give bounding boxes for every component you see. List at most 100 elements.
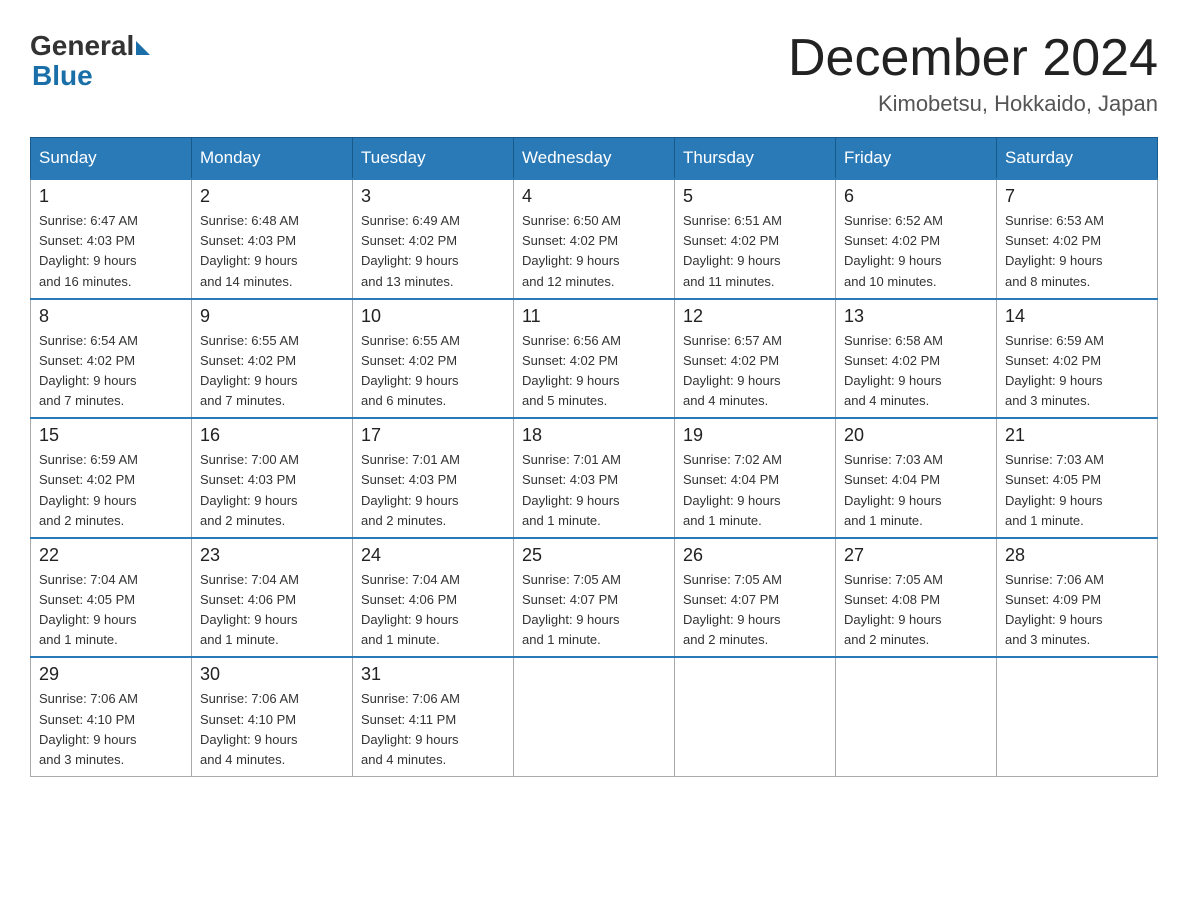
day-info: Sunrise: 7:06 AMSunset: 4:10 PMDaylight:… xyxy=(200,689,344,770)
day-info: Sunrise: 6:53 AMSunset: 4:02 PMDaylight:… xyxy=(1005,211,1149,292)
day-info: Sunrise: 7:03 AMSunset: 4:04 PMDaylight:… xyxy=(844,450,988,531)
calendar-cell: 13Sunrise: 6:58 AMSunset: 4:02 PMDayligh… xyxy=(836,299,997,419)
day-number: 9 xyxy=(200,306,344,327)
day-info: Sunrise: 7:00 AMSunset: 4:03 PMDaylight:… xyxy=(200,450,344,531)
day-number: 12 xyxy=(683,306,827,327)
day-number: 5 xyxy=(683,186,827,207)
calendar-cell: 9Sunrise: 6:55 AMSunset: 4:02 PMDaylight… xyxy=(192,299,353,419)
calendar-cell xyxy=(836,657,997,776)
day-number: 23 xyxy=(200,545,344,566)
day-info: Sunrise: 7:04 AMSunset: 4:06 PMDaylight:… xyxy=(200,570,344,651)
calendar-cell: 31 Sunrise: 7:06 AMSunset: 4:11 PMDayligh… xyxy=(353,657,514,776)
calendar-cell: 18Sunrise: 7:01 AMSunset: 4:03 PMDayligh… xyxy=(514,418,675,538)
calendar-cell xyxy=(675,657,836,776)
calendar-header-monday: Monday xyxy=(192,138,353,180)
calendar-cell: 8Sunrise: 6:54 AMSunset: 4:02 PMDaylight… xyxy=(31,299,192,419)
calendar-cell: 29 Sunrise: 7:06 AMSunset: 4:10 PMDayligh… xyxy=(31,657,192,776)
day-number: 2 xyxy=(200,186,344,207)
calendar-header-saturday: Saturday xyxy=(997,138,1158,180)
day-number: 24 xyxy=(361,545,505,566)
calendar-cell: 30 Sunrise: 7:06 AMSunset: 4:10 PMDayligh… xyxy=(192,657,353,776)
day-number: 25 xyxy=(522,545,666,566)
day-info: Sunrise: 7:05 AMSunset: 4:08 PMDaylight:… xyxy=(844,570,988,651)
calendar-cell: 5 Sunrise: 6:51 AMSunset: 4:02 PMDaylight… xyxy=(675,179,836,299)
day-number: 10 xyxy=(361,306,505,327)
day-number: 14 xyxy=(1005,306,1149,327)
day-info: Sunrise: 7:03 AMSunset: 4:05 PMDaylight:… xyxy=(1005,450,1149,531)
page-header: General Blue December 2024 Kimobetsu, Ho… xyxy=(30,30,1158,117)
location: Kimobetsu, Hokkaido, Japan xyxy=(788,91,1158,117)
calendar-cell xyxy=(514,657,675,776)
day-number: 3 xyxy=(361,186,505,207)
day-info: Sunrise: 6:51 AMSunset: 4:02 PMDaylight:… xyxy=(683,211,827,292)
day-info: Sunrise: 7:04 AMSunset: 4:05 PMDaylight:… xyxy=(39,570,183,651)
day-info: Sunrise: 7:05 AMSunset: 4:07 PMDaylight:… xyxy=(683,570,827,651)
day-number: 16 xyxy=(200,425,344,446)
title-section: December 2024 Kimobetsu, Hokkaido, Japan xyxy=(788,30,1158,117)
calendar-cell: 4 Sunrise: 6:50 AMSunset: 4:02 PMDaylight… xyxy=(514,179,675,299)
calendar-table: SundayMondayTuesdayWednesdayThursdayFrid… xyxy=(30,137,1158,777)
day-number: 11 xyxy=(522,306,666,327)
calendar-week-1: 1 Sunrise: 6:47 AMSunset: 4:03 PMDaylight… xyxy=(31,179,1158,299)
day-number: 30 xyxy=(200,664,344,685)
calendar-header-wednesday: Wednesday xyxy=(514,138,675,180)
day-number: 4 xyxy=(522,186,666,207)
day-number: 21 xyxy=(1005,425,1149,446)
calendar-cell: 16 Sunrise: 7:00 AMSunset: 4:03 PMDayligh… xyxy=(192,418,353,538)
calendar-cell: 7Sunrise: 6:53 AMSunset: 4:02 PMDaylight… xyxy=(997,179,1158,299)
logo: General Blue xyxy=(30,30,150,92)
day-info: Sunrise: 6:56 AMSunset: 4:02 PMDaylight:… xyxy=(522,331,666,412)
day-info: Sunrise: 6:54 AMSunset: 4:02 PMDaylight:… xyxy=(39,331,183,412)
calendar-cell: 28 Sunrise: 7:06 AMSunset: 4:09 PMDayligh… xyxy=(997,538,1158,658)
calendar-week-4: 22Sunrise: 7:04 AMSunset: 4:05 PMDayligh… xyxy=(31,538,1158,658)
day-info: Sunrise: 6:48 AMSunset: 4:03 PMDaylight:… xyxy=(200,211,344,292)
day-info: Sunrise: 7:06 AMSunset: 4:11 PMDaylight:… xyxy=(361,689,505,770)
calendar-cell: 10Sunrise: 6:55 AMSunset: 4:02 PMDayligh… xyxy=(353,299,514,419)
calendar-header-sunday: Sunday xyxy=(31,138,192,180)
calendar-cell: 3Sunrise: 6:49 AMSunset: 4:02 PMDaylight… xyxy=(353,179,514,299)
day-number: 17 xyxy=(361,425,505,446)
day-info: Sunrise: 7:05 AMSunset: 4:07 PMDaylight:… xyxy=(522,570,666,651)
day-number: 27 xyxy=(844,545,988,566)
day-number: 28 xyxy=(1005,545,1149,566)
logo-arrow-icon xyxy=(136,41,150,55)
day-number: 18 xyxy=(522,425,666,446)
day-number: 31 xyxy=(361,664,505,685)
calendar-cell: 26 Sunrise: 7:05 AMSunset: 4:07 PMDayligh… xyxy=(675,538,836,658)
calendar-cell xyxy=(997,657,1158,776)
calendar-cell: 2 Sunrise: 6:48 AMSunset: 4:03 PMDaylight… xyxy=(192,179,353,299)
day-number: 6 xyxy=(844,186,988,207)
day-number: 1 xyxy=(39,186,183,207)
day-info: Sunrise: 7:06 AMSunset: 4:10 PMDaylight:… xyxy=(39,689,183,770)
calendar-cell: 11 Sunrise: 6:56 AMSunset: 4:02 PMDayligh… xyxy=(514,299,675,419)
calendar-cell: 22Sunrise: 7:04 AMSunset: 4:05 PMDayligh… xyxy=(31,538,192,658)
logo-blue: Blue xyxy=(32,60,93,92)
calendar-cell: 27 Sunrise: 7:05 AMSunset: 4:08 PMDayligh… xyxy=(836,538,997,658)
calendar-header-tuesday: Tuesday xyxy=(353,138,514,180)
day-number: 26 xyxy=(683,545,827,566)
calendar-cell: 6 Sunrise: 6:52 AMSunset: 4:02 PMDaylight… xyxy=(836,179,997,299)
day-info: Sunrise: 6:59 AMSunset: 4:02 PMDaylight:… xyxy=(39,450,183,531)
day-number: 15 xyxy=(39,425,183,446)
calendar-cell: 1 Sunrise: 6:47 AMSunset: 4:03 PMDaylight… xyxy=(31,179,192,299)
day-info: Sunrise: 6:47 AMSunset: 4:03 PMDaylight:… xyxy=(39,211,183,292)
day-info: Sunrise: 7:06 AMSunset: 4:09 PMDaylight:… xyxy=(1005,570,1149,651)
day-info: Sunrise: 6:52 AMSunset: 4:02 PMDaylight:… xyxy=(844,211,988,292)
day-number: 29 xyxy=(39,664,183,685)
calendar-cell: 19Sunrise: 7:02 AMSunset: 4:04 PMDayligh… xyxy=(675,418,836,538)
day-info: Sunrise: 7:01 AMSunset: 4:03 PMDaylight:… xyxy=(361,450,505,531)
logo-text: General xyxy=(30,30,150,62)
calendar-header-friday: Friday xyxy=(836,138,997,180)
day-number: 19 xyxy=(683,425,827,446)
calendar-week-5: 29 Sunrise: 7:06 AMSunset: 4:10 PMDayligh… xyxy=(31,657,1158,776)
calendar-header-row: SundayMondayTuesdayWednesdayThursdayFrid… xyxy=(31,138,1158,180)
calendar-week-3: 15 Sunrise: 6:59 AMSunset: 4:02 PMDayligh… xyxy=(31,418,1158,538)
day-number: 13 xyxy=(844,306,988,327)
calendar-cell: 25 Sunrise: 7:05 AMSunset: 4:07 PMDayligh… xyxy=(514,538,675,658)
calendar-cell: 24 Sunrise: 7:04 AMSunset: 4:06 PMDayligh… xyxy=(353,538,514,658)
calendar-cell: 12Sunrise: 6:57 AMSunset: 4:02 PMDayligh… xyxy=(675,299,836,419)
calendar-week-2: 8Sunrise: 6:54 AMSunset: 4:02 PMDaylight… xyxy=(31,299,1158,419)
calendar-cell: 15 Sunrise: 6:59 AMSunset: 4:02 PMDayligh… xyxy=(31,418,192,538)
day-info: Sunrise: 6:50 AMSunset: 4:02 PMDaylight:… xyxy=(522,211,666,292)
day-info: Sunrise: 7:04 AMSunset: 4:06 PMDaylight:… xyxy=(361,570,505,651)
